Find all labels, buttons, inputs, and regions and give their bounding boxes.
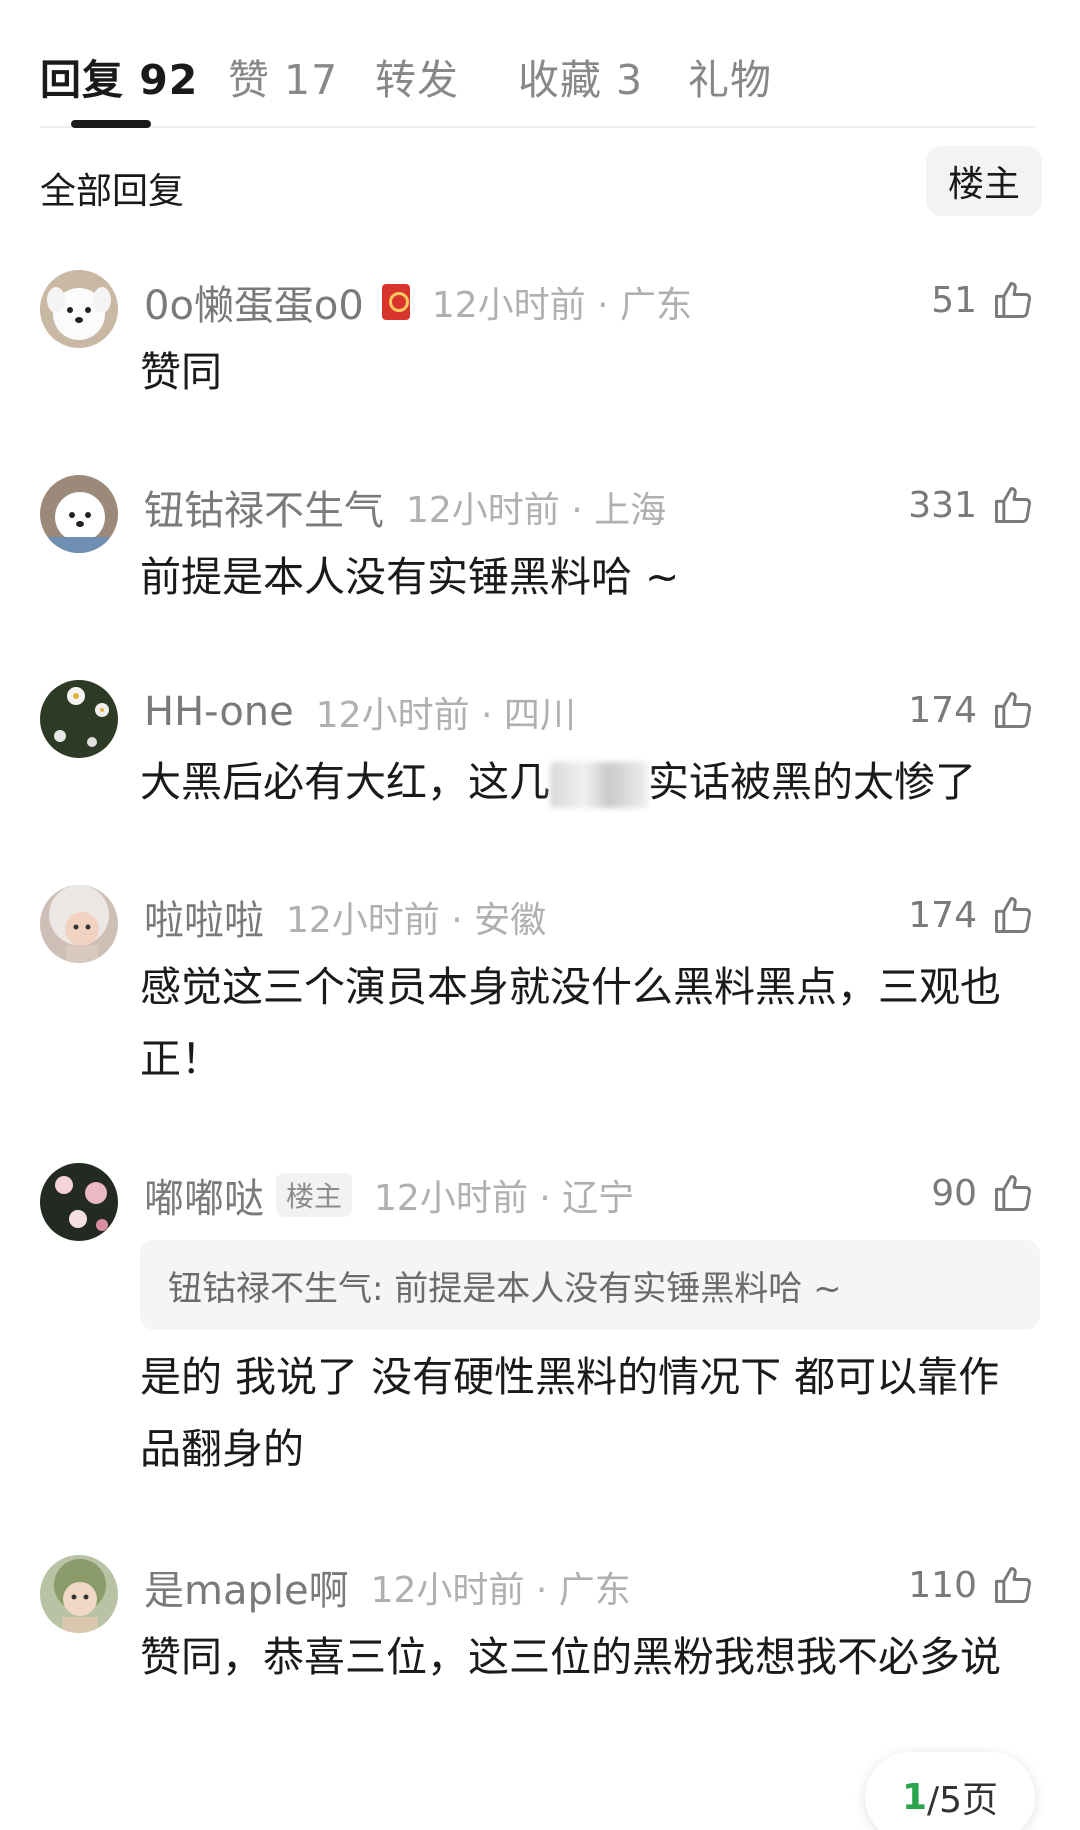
like-button[interactable]: 174 — [908, 887, 1035, 943]
location: 广东 — [620, 285, 693, 326]
tab-replies[interactable]: 回复 92 — [40, 46, 198, 106]
all-replies-title: 全部回复 — [40, 171, 185, 212]
comment-meta: 钮钴禄不生气 12小时前 · 上海 — [144, 479, 666, 535]
time: 12小时前 — [431, 285, 586, 326]
tab-count: 92 — [139, 56, 199, 104]
comment-text: 是的 我说了 没有硬性黑料的情况下 都可以靠作品翻身的 — [140, 1353, 1000, 1473]
avatar[interactable] — [40, 270, 118, 348]
location: 辽宁 — [562, 1178, 635, 1219]
time: 12小时前 — [286, 900, 440, 941]
comment-meta: HH-one 12小时前 · 四川 — [144, 684, 576, 740]
time: 12小时前 — [370, 1570, 525, 1611]
like-button[interactable]: 110 — [908, 1557, 1035, 1613]
tab-label: 回复 — [40, 56, 124, 104]
comment-meta: 是maple啊 12小时前 · 广东 — [144, 1559, 631, 1615]
tab-likes[interactable]: 赞 17 — [228, 46, 338, 106]
like-count: 174 — [908, 894, 977, 936]
tab-bar: 回复 92 赞 17 转发 收藏 3 礼物 — [40, 40, 1035, 128]
time-location: 12小时前 · 安徽 — [286, 900, 547, 941]
username[interactable]: 啦啦啦 — [144, 888, 264, 946]
avatar[interactable] — [40, 680, 118, 758]
tab-favorites[interactable]: 收藏 3 — [518, 46, 643, 106]
tab-reposts[interactable]: 转发 — [375, 46, 459, 106]
username[interactable]: 0o懒蛋蛋o0 — [144, 273, 364, 331]
redacted-text-blur — [550, 762, 648, 808]
tab-label: 收藏 — [518, 56, 602, 104]
location: 四川 — [503, 695, 576, 736]
time-location: 12小时前 · 广东 — [370, 1570, 631, 1611]
thumbs-up-icon — [995, 282, 1031, 318]
like-count: 331 — [908, 484, 977, 526]
page-indicator[interactable]: 1/5页 — [865, 1752, 1035, 1830]
comment-text-part: 大黑后必有大红，这几 — [140, 758, 550, 806]
time-location: 12小时前 · 广东 — [431, 285, 693, 326]
comment-meta: 0o懒蛋蛋o0 12小时前 · 广东 — [144, 274, 692, 330]
comment-meta: 嘟嘟哒 楼主 12小时前 · 辽宁 — [144, 1167, 634, 1223]
owner-only-button[interactable]: 楼主 — [926, 146, 1042, 216]
comment-meta: 啦啦啦 12小时前 · 安徽 — [144, 889, 546, 945]
avatar[interactable] — [40, 1163, 118, 1241]
avatar[interactable] — [40, 475, 118, 553]
comment-text: 感觉这三个演员本身就没什么黑料黑点，三观也正！ — [140, 963, 1001, 1083]
location: 广东 — [558, 1570, 631, 1611]
thumbs-up-icon — [995, 692, 1031, 728]
avatar[interactable] — [40, 1555, 118, 1633]
owner-badge: 楼主 — [276, 1173, 353, 1217]
location: 安徽 — [474, 900, 547, 941]
comment-text: 前提是本人没有实锤黑料哈 ~ — [140, 553, 680, 601]
red-envelope-medal-icon — [381, 284, 410, 320]
total-pages: /5页 — [927, 1780, 999, 1821]
location: 上海 — [594, 490, 667, 531]
time-location: 12小时前 · 四川 — [315, 695, 576, 736]
tab-gifts[interactable]: 礼物 — [688, 46, 772, 106]
thumbs-up-icon — [995, 897, 1031, 933]
time-location: 12小时前 · 辽宁 — [374, 1178, 635, 1219]
username[interactable]: 是maple啊 — [144, 1558, 349, 1616]
time: 12小时前 — [406, 490, 560, 531]
time: 12小时前 — [374, 1178, 528, 1219]
quoted-reply[interactable]: 钮钴禄不生气: 前提是本人没有实锤黑料哈 ~ — [140, 1240, 1040, 1330]
like-button[interactable]: 90 — [931, 1165, 1035, 1221]
comment-text: 赞同，恭喜三位，这三位的黑粉我想我不必多说 — [140, 1633, 1001, 1681]
username[interactable]: 嘟嘟哒 — [144, 1166, 264, 1224]
like-count: 51 — [931, 279, 977, 321]
username[interactable]: HH-one — [144, 689, 294, 735]
active-tab-indicator — [71, 120, 151, 128]
current-page: 1 — [901, 1776, 927, 1818]
comment-text: 大黑后必有大红，这几 实话被黑的太惨了 — [140, 746, 1040, 818]
comment-text-part: 实话被黑的太惨了 — [648, 758, 976, 806]
like-count: 90 — [931, 1172, 977, 1214]
tab-label: 礼物 — [688, 56, 772, 104]
tab-label: 转发 — [375, 56, 459, 104]
like-button[interactable]: 331 — [908, 477, 1035, 533]
thumbs-up-icon — [995, 487, 1031, 523]
thumbs-up-icon — [995, 1175, 1031, 1211]
tab-count: 17 — [284, 56, 339, 104]
like-button[interactable]: 51 — [931, 272, 1035, 328]
tab-count: 3 — [616, 56, 644, 104]
like-count: 110 — [908, 1564, 977, 1606]
comment-text: 赞同 — [140, 348, 222, 396]
username[interactable]: 钮钴禄不生气 — [144, 478, 384, 536]
time: 12小时前 — [315, 695, 470, 736]
tab-label: 赞 — [228, 56, 270, 104]
like-button[interactable]: 174 — [908, 682, 1035, 738]
thumbs-up-icon — [995, 1567, 1031, 1603]
time-location: 12小时前 · 上海 — [406, 490, 667, 531]
avatar[interactable] — [40, 885, 118, 963]
like-count: 174 — [908, 689, 977, 731]
